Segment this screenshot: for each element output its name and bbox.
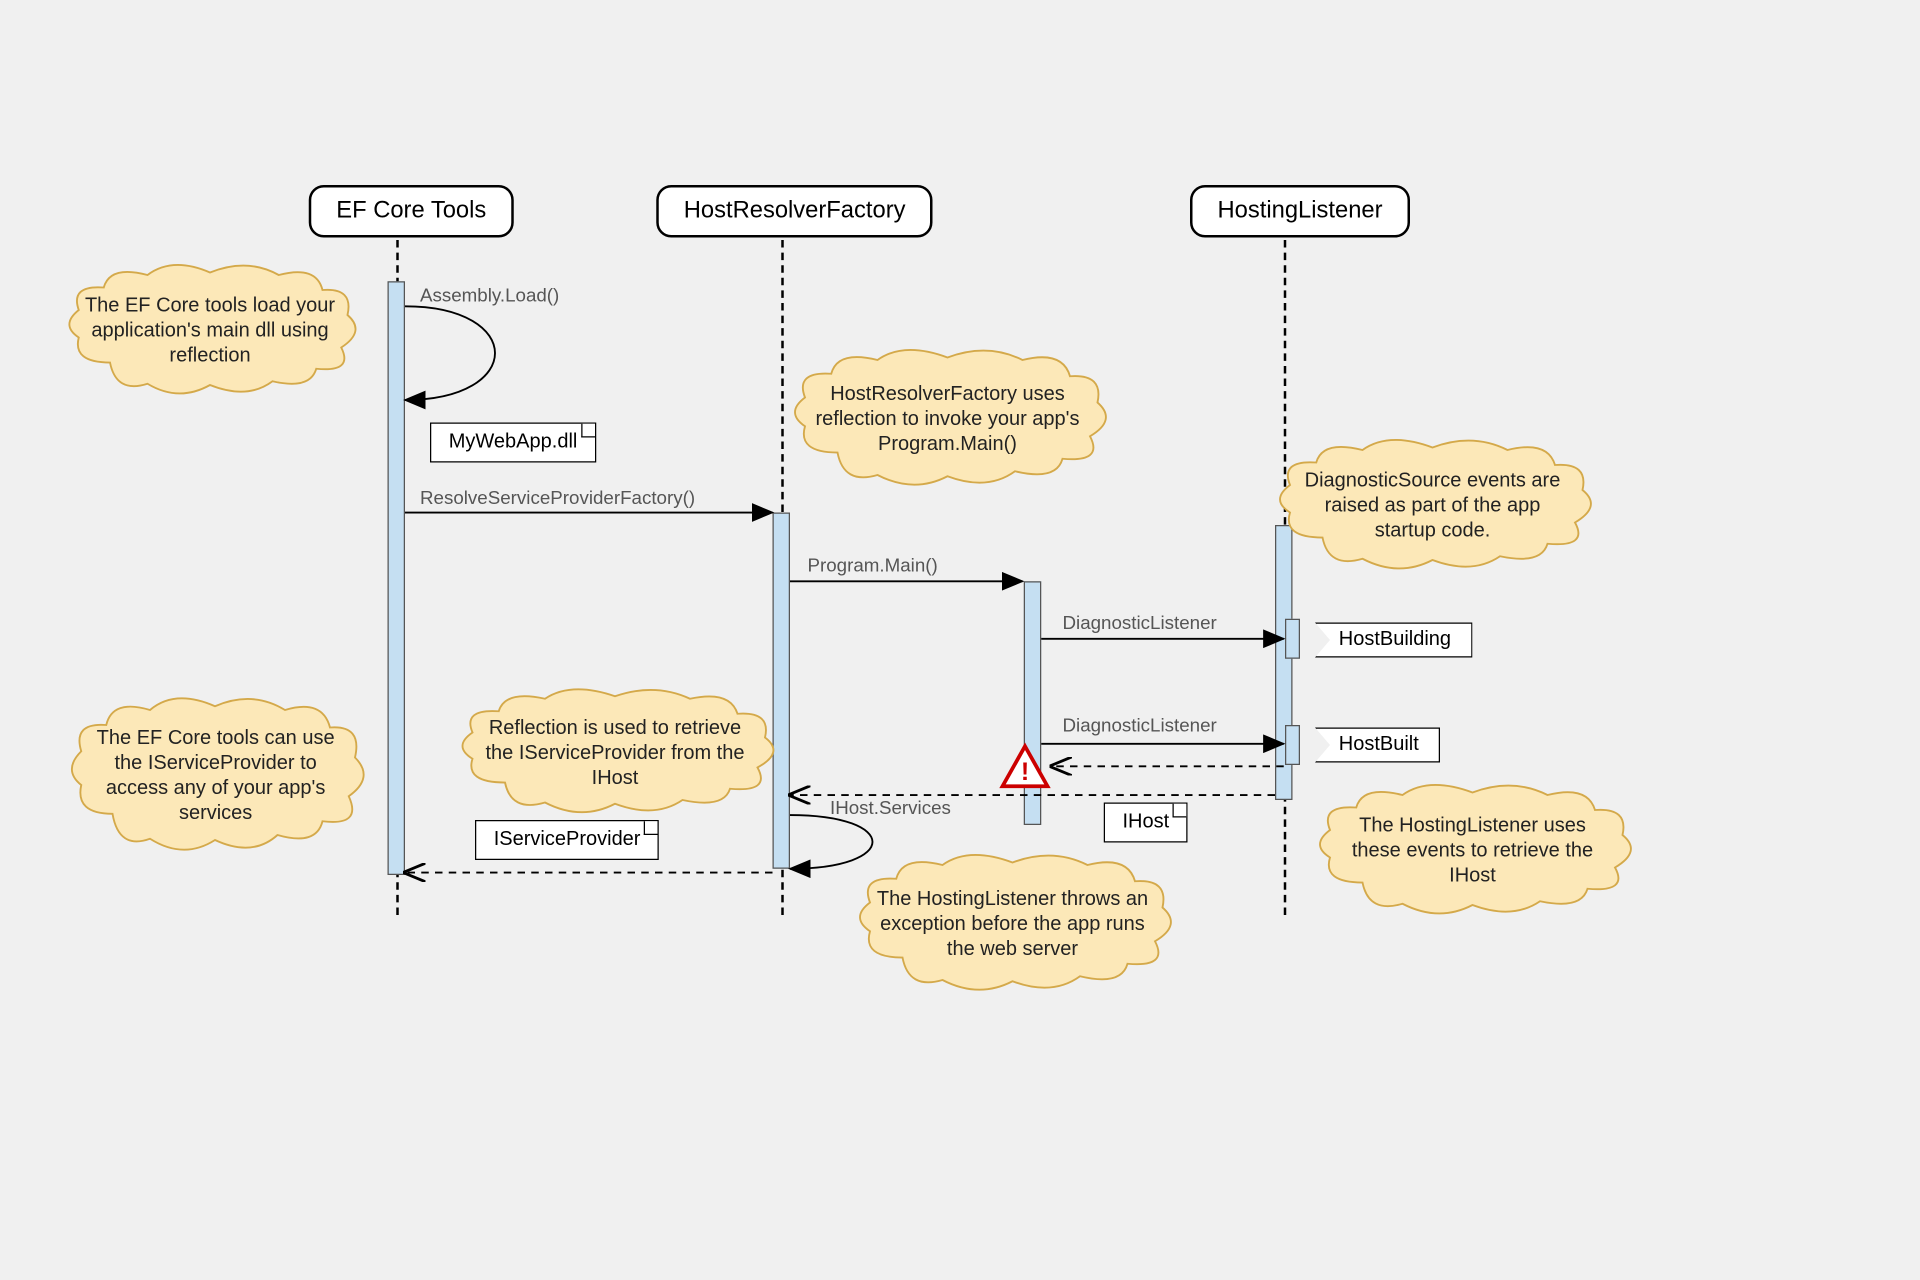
msg-program-main: Program.Main() (808, 555, 938, 576)
cloud-reflection-invoke: HostResolverFactory uses reflection to i… (785, 348, 1110, 492)
msg-assembly-load: Assembly.Load() (420, 285, 559, 306)
cloud-text: DiagnosticSource events are raised as pa… (1294, 469, 1570, 544)
cloud-reflection-retrieve: Reflection is used to retrieve the IServ… (453, 688, 778, 819)
cloud-throws-exception: The HostingListener throws an exception … (850, 853, 1175, 997)
cloud-diagnostic-events: DiagnosticSource events are raised as pa… (1270, 438, 1595, 576)
participant-label: EF Core Tools (336, 198, 486, 224)
participant-ef-core-tools: EF Core Tools (309, 185, 514, 238)
activation-hostbuilding (1285, 619, 1300, 659)
flag-label: HostBuilt (1339, 734, 1419, 755)
cloud-text: HostResolverFactory uses reflection to i… (809, 382, 1085, 457)
participant-hosting-listener: HostingListener (1190, 185, 1410, 238)
note-ihost: IHost (1104, 803, 1188, 843)
note-mywebapp: MyWebApp.dll (430, 423, 596, 463)
cloud-text: Reflection is used to retrieve the IServ… (477, 716, 753, 791)
sequence-diagram: EF Core Tools HostResolverFactory Hostin… (0, 0, 1920, 1280)
participant-label: HostingListener (1218, 198, 1383, 224)
activation-ef-core (388, 281, 406, 875)
note-iserviceprovider: IServiceProvider (475, 820, 659, 860)
activation-program-main (1024, 581, 1042, 825)
msg-ihost-services: IHost.Services (830, 798, 951, 819)
cloud-text: The HostingListener throws an exception … (874, 887, 1150, 962)
note-label: MyWebApp.dll (449, 431, 578, 452)
arrows-overlay: ! (0, 0, 1920, 1280)
cloud-access-services: The EF Core tools can use the IServicePr… (63, 695, 369, 858)
cloud-load-dll: The EF Core tools load your application'… (60, 263, 360, 401)
flag-hostbuilding: HostBuilding (1315, 623, 1472, 658)
flag-hostbuilt: HostBuilt (1315, 728, 1440, 763)
cloud-text: The HostingListener uses these events to… (1334, 814, 1610, 889)
participant-label: HostResolverFactory (684, 198, 906, 224)
msg-resolve-factory: ResolveServiceProviderFactory() (420, 488, 695, 509)
cloud-retrieve-ihost: The HostingListener uses these events to… (1310, 783, 1635, 921)
note-label: IServiceProvider (494, 829, 641, 850)
msg-diag2: DiagnosticListener (1063, 715, 1217, 736)
note-label: IHost (1123, 811, 1170, 832)
cloud-text: The EF Core tools can use the IServicePr… (85, 726, 345, 826)
msg-diag1: DiagnosticListener (1063, 613, 1217, 634)
participant-host-resolver-factory: HostResolverFactory (656, 185, 933, 238)
cloud-text: The EF Core tools load your application'… (83, 294, 338, 369)
flag-label: HostBuilding (1339, 629, 1451, 650)
activation-hostbuilt (1285, 725, 1300, 765)
